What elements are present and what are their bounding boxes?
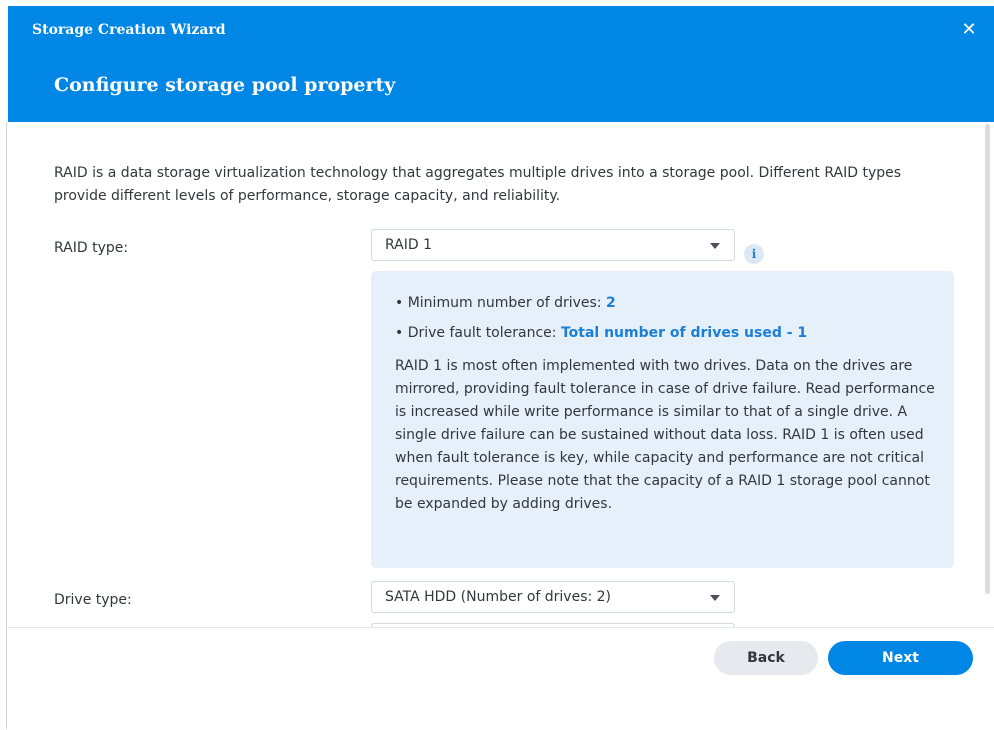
drive-type-selected-value: SATA HDD (Number of drives: 2)	[385, 589, 612, 605]
raid-type-selected-value: RAID 1	[385, 237, 433, 253]
min-drives-item: • Minimum number of drives: 2	[395, 295, 616, 311]
raid-description: RAID 1 is most often implemented with tw…	[395, 358, 935, 512]
info-icon[interactable]: i	[744, 244, 764, 264]
next-button[interactable]: Next	[828, 641, 973, 675]
background-divider	[6, 122, 7, 729]
storage-creation-wizard-window: Storage Creation Wizard ✕ Configure stor…	[8, 6, 994, 730]
back-button[interactable]: Back	[714, 641, 818, 675]
wizard-header: Storage Creation Wizard ✕ Configure stor…	[8, 6, 994, 122]
min-drives-value: 2	[605, 295, 616, 311]
close-icon[interactable]: ✕	[960, 21, 978, 39]
raid-intro-text: RAID is a data storage virtualization te…	[54, 165, 902, 204]
fault-tolerance-value: Total number of drives used - 1	[560, 325, 808, 341]
raid-type-select[interactable]: RAID 1	[371, 229, 735, 261]
raid-info-panel: • Minimum number of drives: 2 • Drive fa…	[371, 271, 954, 568]
chevron-down-icon	[710, 243, 720, 249]
fault-tolerance-item: • Drive fault tolerance: Total number of…	[395, 325, 807, 341]
page-title: Configure storage pool property	[54, 74, 396, 96]
wizard-content: RAID is a data storage virtualization te…	[8, 122, 994, 627]
window-title: Storage Creation Wizard	[32, 22, 226, 38]
drive-type-label: Drive type:	[54, 592, 132, 608]
wizard-footer: Back Next	[8, 627, 994, 730]
chevron-down-icon	[710, 595, 720, 601]
min-drives-label: • Minimum number of drives:	[395, 295, 602, 311]
drive-type-select[interactable]: SATA HDD (Number of drives: 2)	[371, 581, 735, 613]
fault-tolerance-label: • Drive fault tolerance:	[395, 325, 557, 341]
content-scrollbar[interactable]	[985, 124, 990, 594]
raid-type-label: RAID type:	[54, 240, 129, 256]
